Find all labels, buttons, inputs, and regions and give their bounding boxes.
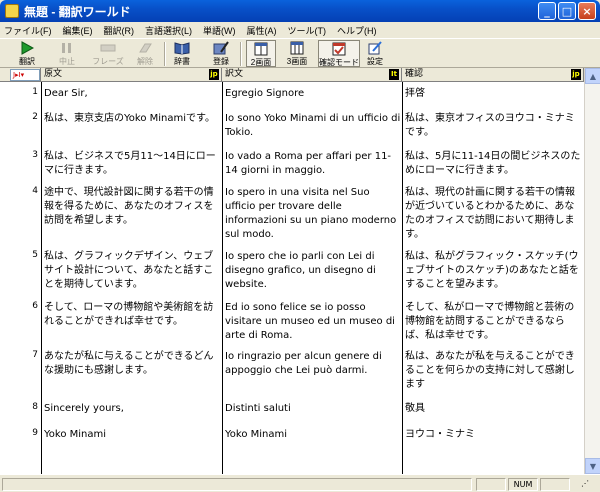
scroll-down-icon[interactable]: ▼	[585, 458, 600, 474]
toolbar-separator	[240, 42, 242, 66]
italian-flag-icon: It	[389, 69, 399, 80]
review-cell[interactable]: 私は、あなたが私を与えることができることを何らかの支持に対して感謝します	[405, 350, 581, 392]
row-number: 9	[32, 428, 38, 438]
status-panel	[540, 478, 570, 491]
menu-language[interactable]: 言語選択(L)	[145, 24, 192, 37]
row-number: 3	[32, 150, 38, 160]
source-cell[interactable]: 私は、グラフィックデザイン、ウェブサイト設計について、あなたと話すことを期待して…	[44, 250, 218, 292]
scroll-up-icon[interactable]: ▲	[585, 68, 600, 84]
target-cell[interactable]: Io ringrazio per alcun genere di appoggi…	[225, 350, 403, 378]
review-column-header: 確認 jp	[402, 68, 584, 82]
source-cell[interactable]: 私は、東京支店のYoko Minamiです。	[44, 112, 218, 126]
resize-grip-icon[interactable]: ⋰	[572, 478, 598, 491]
row-number: 5	[32, 250, 38, 260]
vertical-scrollbar[interactable]: ▲ ▼	[584, 68, 600, 474]
release-button[interactable]: 解除	[130, 40, 160, 67]
target-cell[interactable]: Io vado a Roma per affari per 11-14 gior…	[225, 150, 403, 178]
review-cell[interactable]: 拝啓	[405, 87, 581, 101]
three-pane-icon	[289, 41, 305, 55]
menu-edit[interactable]: 編集(E)	[63, 24, 93, 37]
menu-translate[interactable]: 翻訳(R)	[104, 24, 135, 37]
row-number: 2	[32, 112, 38, 122]
menu-tools[interactable]: ツール(T)	[288, 24, 327, 37]
review-mode-button[interactable]: 確認モード	[318, 40, 360, 67]
target-cell[interactable]: Ed io sono felice se io posso visitare u…	[225, 301, 403, 343]
status-message	[2, 478, 472, 491]
translation-document[interactable]: 1 Dear Sir, Egregio Signore 拝啓 2 私は、東京支店…	[0, 82, 584, 474]
source-column-header: 原文 jp	[41, 68, 222, 82]
target-column-header: 訳文 It	[222, 68, 402, 82]
menu-bar: ファイル(F) 編集(E) 翻訳(R) 言語選択(L) 単語(W) 属性(A) …	[0, 22, 600, 38]
target-cell[interactable]: Io spero che io parli con Lei di disegno…	[225, 250, 403, 292]
column-divider	[41, 82, 42, 474]
review-cell[interactable]: 私は、私がグラフィック・スケッチ(ウェブサイトのスケッチ)のあなたと話をすること…	[405, 250, 581, 292]
menu-file[interactable]: ファイル(F)	[4, 24, 52, 37]
source-cell[interactable]: Sincerely yours,	[44, 402, 218, 416]
source-cell[interactable]: そして、ローマの博物館や美術館を訪れることができれば幸せです。	[44, 301, 218, 329]
maximize-button[interactable]: □	[558, 2, 576, 20]
row-number: 7	[32, 350, 38, 360]
menu-attribute[interactable]: 属性(A)	[247, 24, 277, 37]
play-icon	[19, 41, 35, 55]
target-cell[interactable]: Yoko Minami	[225, 428, 403, 442]
window-title: 無題 - 翻訳ワールド	[24, 5, 131, 19]
register-button[interactable]: 登録	[208, 40, 234, 67]
source-cell[interactable]: 途中で、現代設計図に関する若干の情報を得るために、あなたのオフィスを訪問を希望し…	[44, 186, 218, 228]
status-panel	[476, 478, 506, 491]
settings-button[interactable]: 設定	[364, 40, 386, 67]
num-lock-indicator: NUM	[508, 478, 538, 491]
line-number-gutter	[0, 82, 41, 474]
review-cell[interactable]: 私は、5月に11-14日の間ビジネスのためにローマに行きます。	[405, 150, 581, 178]
phrase-icon	[100, 41, 116, 55]
checkbox-icon	[331, 42, 347, 56]
review-cell[interactable]: 私は、東京オフィスのヨウコ・ミナミです。	[405, 112, 581, 140]
toolbar-separator	[164, 42, 166, 66]
menu-word[interactable]: 単語(W)	[203, 24, 236, 37]
two-pane-icon	[253, 42, 269, 56]
japanese-flag-icon: jp	[209, 69, 219, 80]
status-bar: NUM ⋰	[0, 474, 600, 492]
book-icon	[174, 41, 190, 55]
pen-book-icon	[213, 41, 229, 55]
app-icon	[5, 4, 19, 18]
title-bar: 無題 - 翻訳ワールド _ □ ×	[0, 0, 600, 22]
target-cell[interactable]: Distinti saluti	[225, 402, 403, 416]
row-number: 4	[32, 186, 38, 196]
source-cell[interactable]: 私は、ビジネスで5月11～14日にローマに行きます。	[44, 150, 218, 178]
column-divider	[222, 82, 223, 474]
phrase-button[interactable]: フレーズ	[90, 40, 126, 67]
row-number: 6	[32, 301, 38, 311]
menu-help[interactable]: ヘルプ(H)	[337, 24, 377, 37]
target-cell[interactable]: Egregio Signore	[225, 87, 403, 101]
target-cell[interactable]: Io spero in una visita nel Suo ufficio p…	[225, 186, 403, 242]
pause-icon	[59, 41, 75, 55]
row-number: 1	[32, 87, 38, 97]
dictionary-button[interactable]: 辞書	[170, 40, 194, 67]
row-number: 8	[32, 402, 38, 412]
source-cell[interactable]: Yoko Minami	[44, 428, 218, 442]
three-pane-button[interactable]: 3画面	[282, 40, 312, 67]
stop-button[interactable]: 中止	[50, 40, 84, 67]
toolbar: 翻訳 中止 フレーズ 解除 辞書 登録 2画面 3画面 確認モード 設定	[0, 38, 600, 68]
close-button[interactable]: ×	[578, 2, 596, 20]
eraser-icon	[137, 41, 153, 55]
japanese-flag-icon: jp	[571, 69, 581, 80]
review-cell[interactable]: 敬具	[405, 402, 581, 416]
target-cell[interactable]: Io sono Yoko Minami di un ufficio di Tok…	[225, 112, 403, 140]
settings-icon	[367, 41, 383, 55]
source-cell[interactable]: Dear Sir,	[44, 87, 218, 101]
source-cell[interactable]: あなたが私に与えることができるどんな援助にも感謝します。	[44, 350, 218, 378]
two-pane-button[interactable]: 2画面	[246, 40, 276, 67]
review-cell[interactable]: ヨウコ・ミナミ	[405, 428, 581, 442]
language-selector[interactable]: J▸I▾	[10, 69, 40, 81]
translate-button[interactable]: 翻訳	[10, 40, 44, 67]
review-cell[interactable]: 私は、現代の計画に関する若干の情報が近づいているとわかるために、あなたのオフィス…	[405, 186, 581, 242]
review-cell[interactable]: そして、私がローマで博物館と芸術の博物館を訪問することができるならば、私は幸せで…	[405, 301, 581, 343]
minimize-button[interactable]: _	[538, 2, 556, 20]
